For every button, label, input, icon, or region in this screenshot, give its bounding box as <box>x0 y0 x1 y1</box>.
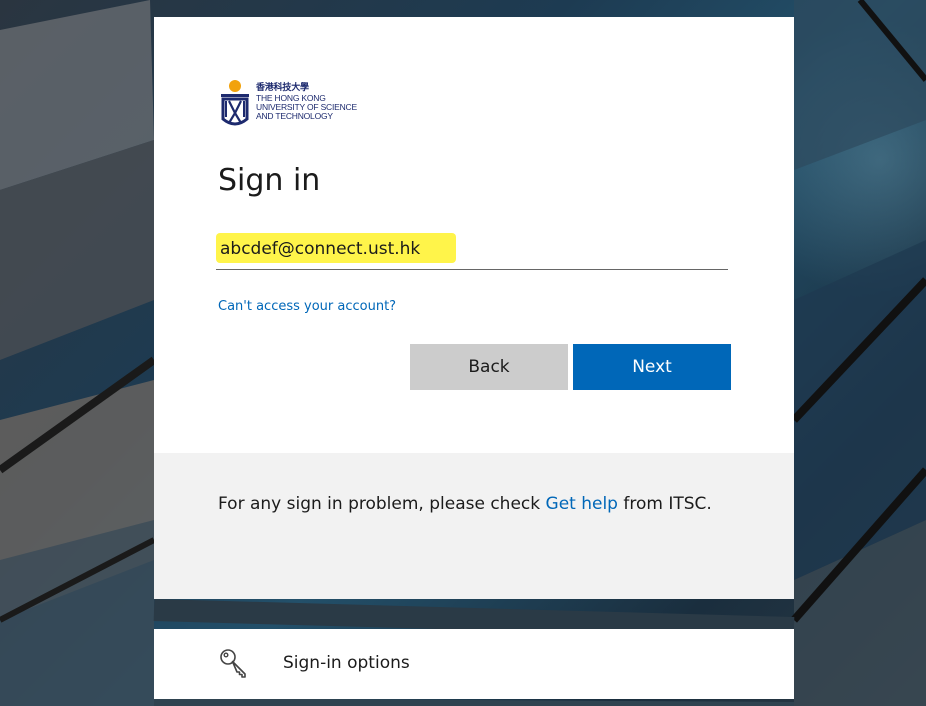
help-info-panel: For any sign in problem, please check Ge… <box>154 453 794 599</box>
email-field-container <box>216 229 728 270</box>
help-text-after: from ITSC. <box>617 494 712 514</box>
hkust-emblem-icon <box>221 80 249 126</box>
hkust-logo: 香港科技大學 THE HONG KONG UNIVERSITY OF SCIEN… <box>218 79 393 139</box>
get-help-link[interactable]: Get help <box>546 494 618 514</box>
sign-in-options-label: Sign-in options <box>283 653 410 673</box>
email-input[interactable] <box>220 236 720 262</box>
university-name-cjk: 香港科技大學 <box>256 82 309 92</box>
help-text-before: For any sign in problem, please check <box>218 494 546 514</box>
page-title: Sign in <box>218 163 321 198</box>
sign-in-card: 香港科技大學 THE HONG KONG UNIVERSITY OF SCIEN… <box>154 17 794 453</box>
next-button[interactable]: Next <box>573 344 731 390</box>
sign-in-options-button[interactable]: Sign-in options <box>154 629 794 699</box>
back-button[interactable]: Back <box>410 344 568 390</box>
university-name-line-3: AND TECHNOLOGY <box>256 111 333 121</box>
key-icon <box>220 649 246 678</box>
cant-access-account-link[interactable]: Can't access your account? <box>218 299 396 314</box>
university-name: 香港科技大學 THE HONG KONG UNIVERSITY OF SCIEN… <box>256 83 357 121</box>
help-message: For any sign in problem, please check Ge… <box>218 491 758 517</box>
